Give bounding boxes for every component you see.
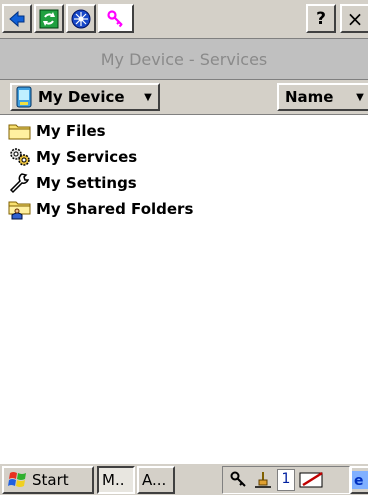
device-icon: [16, 86, 32, 108]
list-item-label: My Services: [36, 148, 138, 166]
tray-number[interactable]: 1: [277, 469, 295, 491]
chevron-down-icon: ▼: [144, 91, 152, 103]
folder-icon: [8, 119, 36, 143]
start-button[interactable]: Start: [2, 466, 94, 494]
network-plug-icon[interactable]: [253, 470, 273, 490]
network-icon: [71, 9, 91, 28]
list-item[interactable]: My Services: [8, 144, 137, 170]
page-title: My Device - Services: [100, 49, 268, 69]
help-label: ?: [316, 8, 326, 29]
key-button[interactable]: [98, 4, 134, 33]
close-button[interactable]: ×: [340, 4, 368, 33]
taskbar: Start M.. A... 1 e: [0, 462, 368, 495]
task-button-my-device[interactable]: M..: [97, 466, 135, 494]
location-dropdown[interactable]: My Device ▼: [10, 83, 160, 111]
task-label: A...: [142, 471, 167, 489]
key-icon: [107, 9, 123, 27]
list-item[interactable]: My Settings: [8, 170, 137, 196]
back-button[interactable]: [2, 4, 32, 33]
list-item[interactable]: My Files: [8, 118, 106, 144]
location-bar: My Device ▼ Name ▼: [0, 80, 368, 115]
refresh-button[interactable]: [34, 4, 64, 33]
wrench-icon: [8, 171, 36, 195]
input-panel-icon[interactable]: [299, 470, 325, 490]
network-button[interactable]: [66, 4, 96, 33]
list-item-label: My Files: [36, 122, 106, 140]
list-item-label: My Settings: [36, 174, 137, 192]
svg-text:e: e: [354, 473, 364, 489]
back-icon: [9, 10, 25, 27]
task-button-a[interactable]: A...: [137, 466, 175, 494]
close-icon: ×: [346, 6, 364, 31]
list-item-label: My Shared Folders: [36, 200, 194, 218]
chevron-down-icon: ▼: [356, 91, 364, 103]
location-label: My Device: [38, 88, 125, 106]
shared-folder-icon: [8, 197, 36, 221]
system-tray: 1: [222, 466, 350, 494]
task-label: M..: [102, 471, 125, 489]
sort-label: Name: [285, 88, 334, 106]
toolbar: ? ×: [0, 0, 368, 38]
sort-dropdown[interactable]: Name ▼: [277, 83, 368, 111]
ie-button[interactable]: e: [350, 466, 368, 494]
page-title-bar: My Device - Services: [0, 38, 368, 80]
file-list: My Files My Services My Settings My Shar…: [0, 116, 368, 462]
list-item[interactable]: My Shared Folders: [8, 196, 193, 222]
start-label: Start: [32, 471, 69, 489]
ie-icon: e: [352, 471, 368, 489]
gears-icon: [8, 145, 36, 169]
refresh-icon: [39, 9, 59, 28]
help-button[interactable]: ?: [306, 4, 336, 33]
key-icon[interactable]: [229, 470, 249, 490]
windows-flag-icon: [8, 472, 26, 487]
